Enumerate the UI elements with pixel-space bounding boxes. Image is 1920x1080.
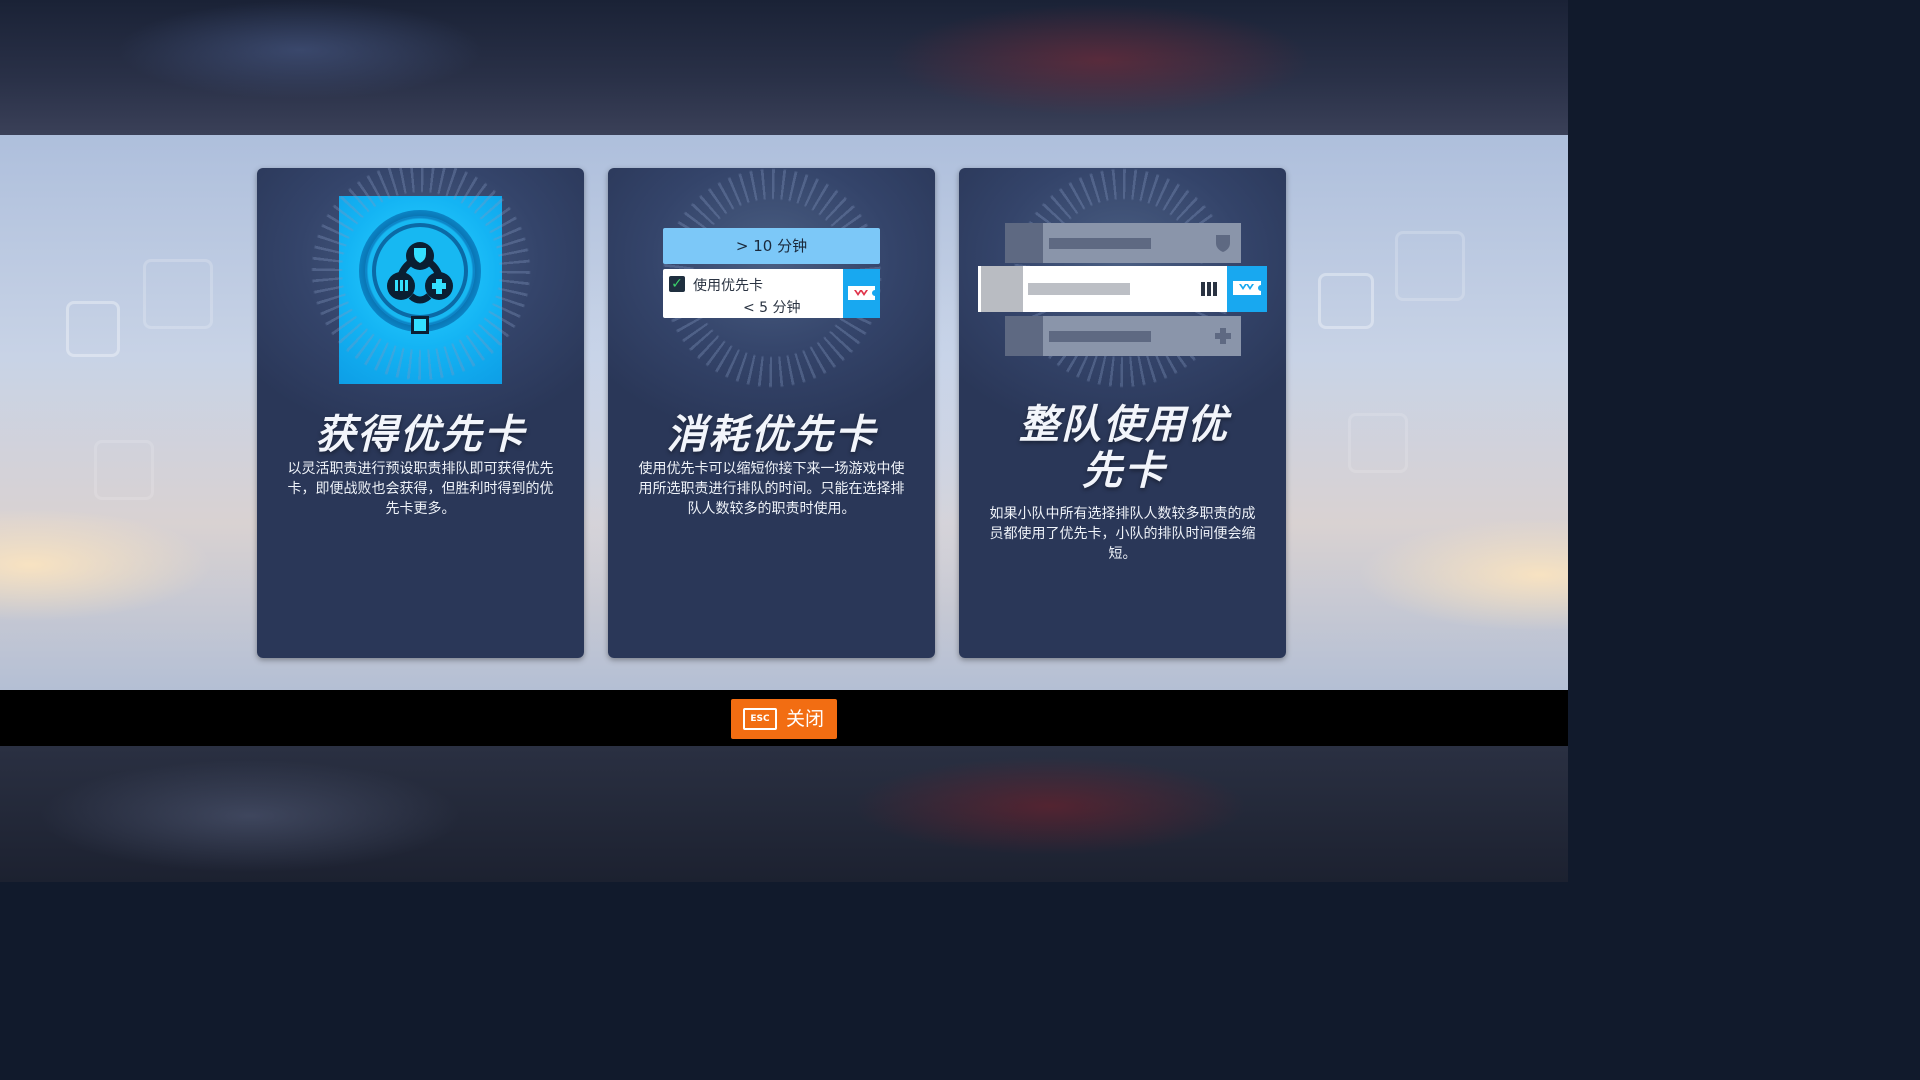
avatar [1005, 316, 1043, 356]
earn-priority-card-panel: 获得优先卡 以灵活职责进行预设职责排队即可获得优先卡，即便战败也会获得，但胜利时… [257, 168, 584, 658]
team-priority-card-panel: 整队使用优先卡 如果小队中所有选择排队人数较多职责的成员都使用了优先卡，小队的排… [959, 168, 1286, 658]
panel-description: 如果小队中所有选择排队人数较多职责的成员都使用了优先卡，小队的排队时间便会缩短。 [989, 506, 1256, 562]
panel-title: 消耗优先卡 [666, 412, 877, 458]
team-member-row [1005, 316, 1241, 356]
shield-icon [1216, 235, 1230, 252]
panel-description: 使用优先卡可以缩短你接下来一场游戏中使用所选职责进行排队的时间。只能在选择排队人… [638, 461, 905, 517]
priority-queue-time: < 5 分钟 [743, 300, 801, 316]
background-top [0, 0, 1568, 135]
footer-bar: ESC 关闭 [0, 690, 1568, 746]
checkbox-checked-icon: ✓ [669, 276, 685, 292]
priority-option: ✓ 使用优先卡 < 5 分钟 [663, 269, 880, 318]
name-placeholder [1049, 331, 1151, 342]
team-member-row [1005, 223, 1241, 263]
flex-role-icon [387, 242, 453, 304]
priority-ticket-icon [843, 269, 880, 318]
panel-title: 整队使用优先卡 [1019, 402, 1229, 494]
bullets-icon [395, 280, 398, 291]
queue-time-bar: > 10 分钟 [663, 228, 880, 264]
name-placeholder [1028, 283, 1130, 295]
avatar [981, 266, 1023, 312]
decorative-square [1318, 273, 1374, 329]
panel-description: 以灵活职责进行预设职责排队即可获得优先卡，即便战败也会获得，但胜利时得到的优先卡… [287, 461, 554, 517]
name-placeholder [1049, 238, 1151, 249]
close-button[interactable]: ESC 关闭 [731, 699, 837, 739]
plus-icon [1215, 328, 1231, 344]
decorative-square [143, 259, 213, 329]
decorative-square [66, 301, 120, 357]
esc-key-icon: ESC [743, 708, 777, 730]
chip-icon [411, 316, 429, 334]
panel-title: 获得优先卡 [315, 412, 526, 458]
close-label: 关闭 [786, 708, 825, 730]
priority-ticket-icon [1227, 266, 1267, 312]
priority-checkbox-label: 使用优先卡 [693, 278, 763, 294]
decorative-square [1348, 413, 1408, 473]
bullets-icon [1201, 282, 1217, 296]
avatar [1005, 223, 1043, 263]
team-member-row-self [978, 266, 1267, 312]
priority-pass-icon [311, 168, 531, 384]
decorative-square [94, 440, 154, 500]
background-bottom [0, 746, 1568, 882]
use-priority-card-panel: > 10 分钟 ✓ 使用优先卡 < 5 分钟 消耗优先卡 使用优先卡可以缩短你接… [608, 168, 935, 658]
decorative-square [1395, 231, 1465, 301]
